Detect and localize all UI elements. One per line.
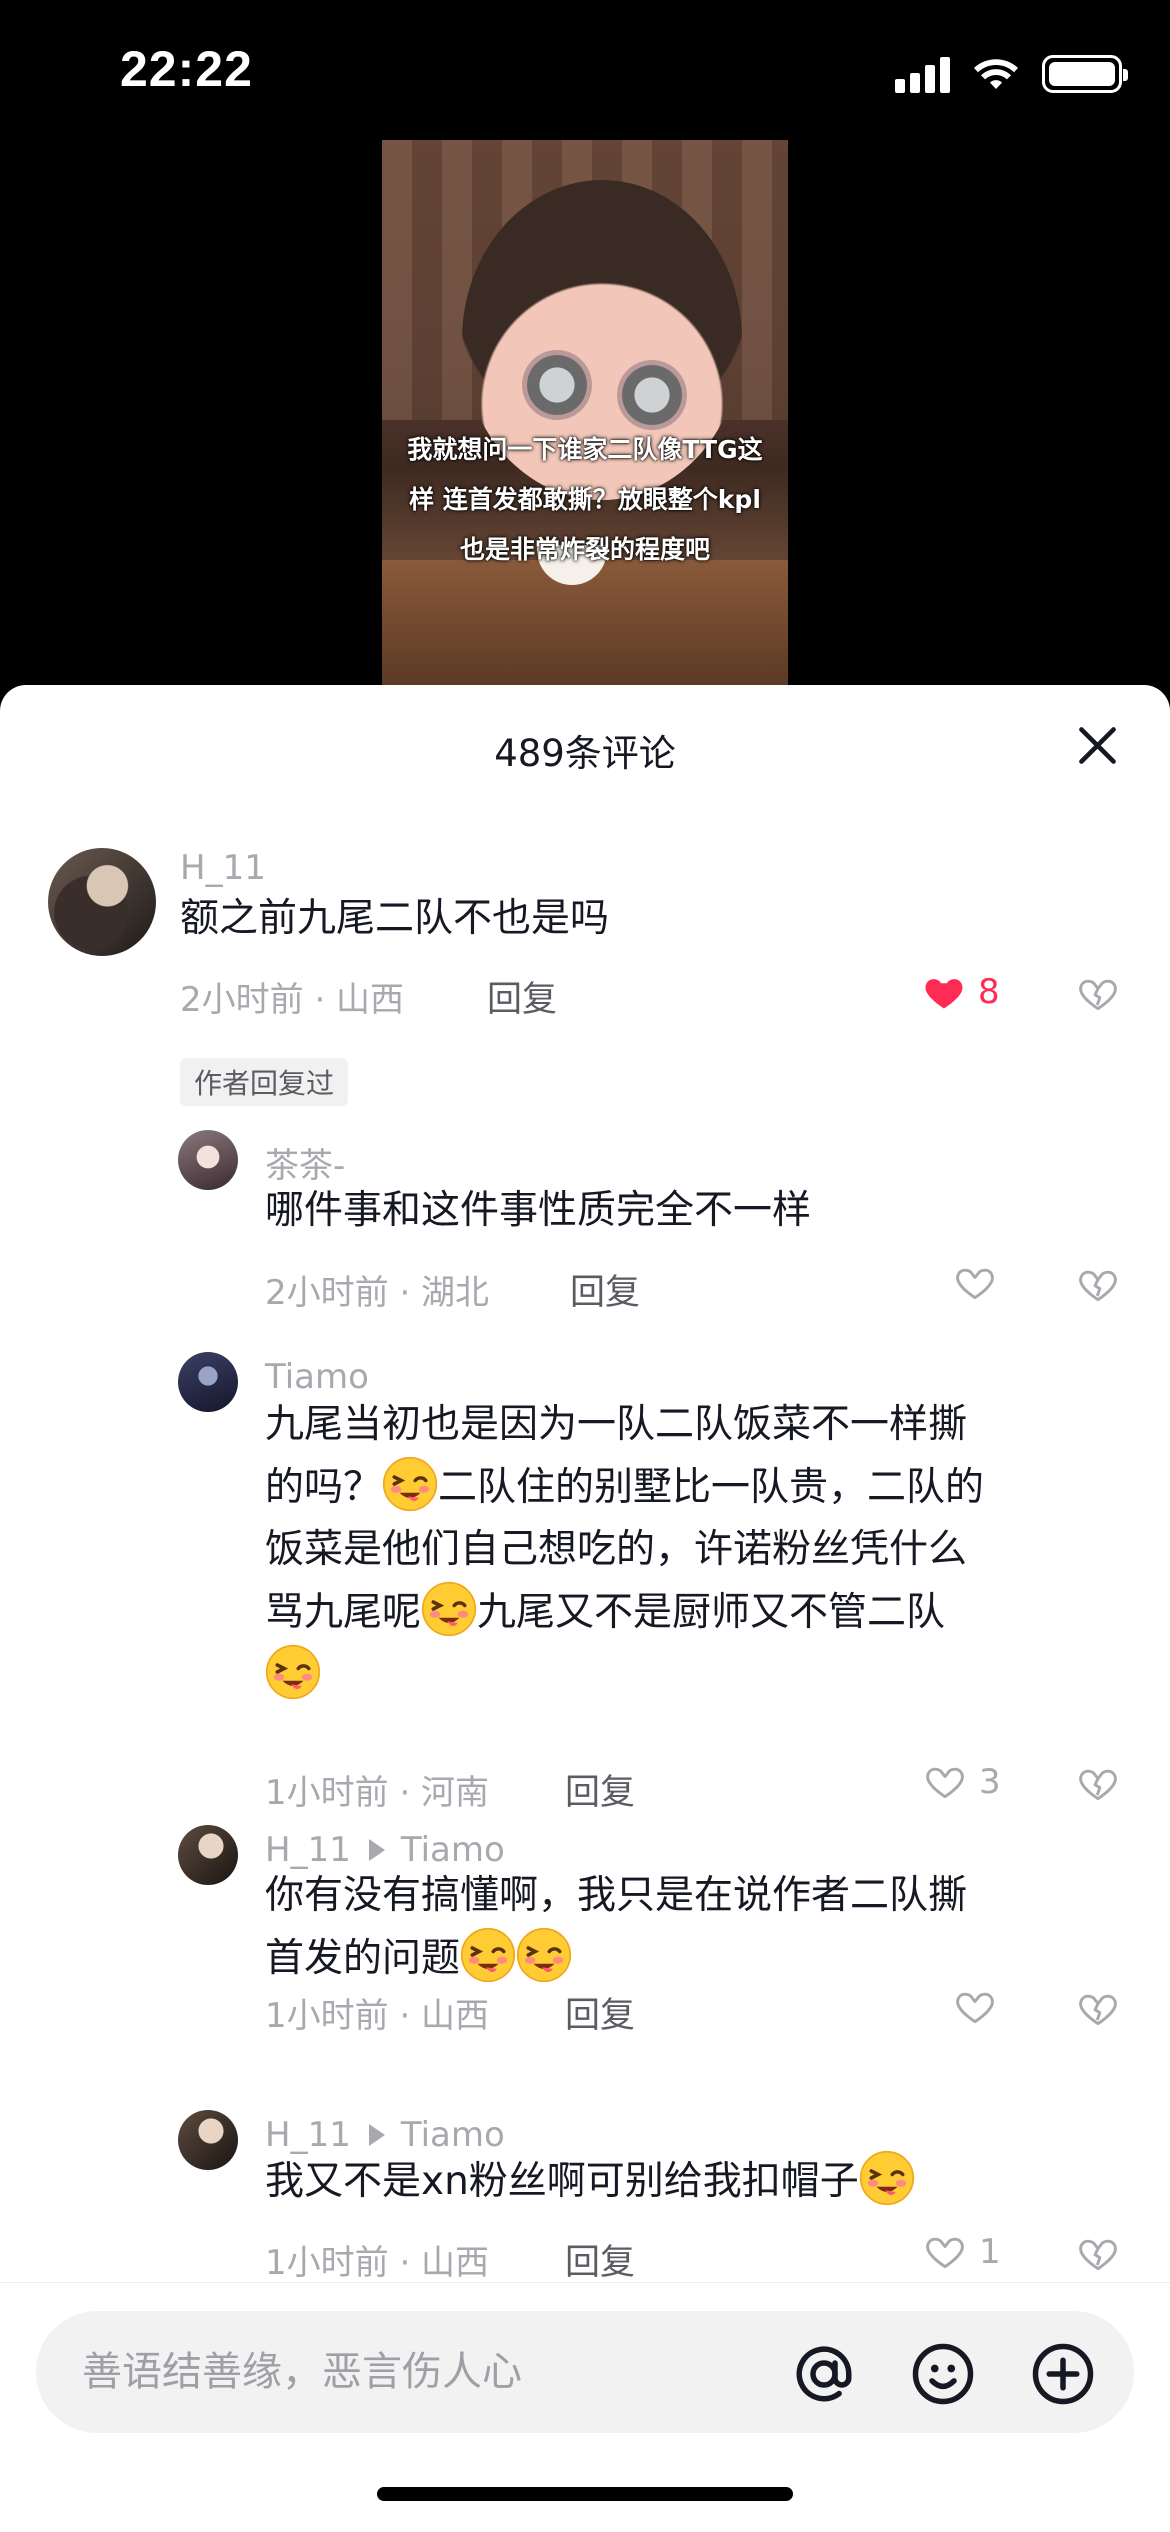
wink-emoji-icon <box>382 1456 438 1512</box>
broken-heart-icon[interactable] <box>1076 1762 1120 1806</box>
smiley-icon[interactable] <box>910 2341 976 2407</box>
video-preview[interactable]: 我就想问一下谁家二队像TTG这 样 连首发都敢撕？放眼整个kpl 也是非常炸裂的… <box>382 140 788 685</box>
comment-text: 哪件事和这件事性质完全不一样 <box>265 1188 812 1233</box>
reply-button[interactable]: 回复 <box>565 1987 635 2038</box>
comment-meta: 1小时前 · 河南 <box>265 1773 490 1813</box>
like-count: 8 <box>978 972 1000 1012</box>
status-time: 22:22 <box>120 41 253 97</box>
comments-sheet: 489条评论 H_11 额之前九尾二队不也是吗 2小时前 · 山西 回复 8 作… <box>0 685 1170 2532</box>
at-icon[interactable] <box>791 2341 857 2407</box>
battery-icon <box>1042 55 1128 93</box>
broken-heart-icon[interactable] <box>1076 2232 1120 2276</box>
comment-meta: 2小时前 · 山西 <box>180 980 405 1020</box>
cellular-signal-icon <box>895 55 950 93</box>
comment-meta: 1小时前 · 山西 <box>265 2243 490 2283</box>
wink-emoji-icon <box>265 1644 321 1700</box>
heart-icon <box>923 1760 967 1804</box>
status-icons <box>895 55 1128 93</box>
comment-meta: 1小时前 · 山西 <box>265 1996 490 2036</box>
comments-count-title: 489条评论 <box>494 732 676 775</box>
reply-to-author[interactable]: Tiamo <box>401 1830 505 1870</box>
reply-button[interactable]: 回复 <box>565 2234 635 2285</box>
close-icon[interactable] <box>1070 718 1125 773</box>
wink-emoji-icon <box>516 1927 572 1983</box>
reply-arrow-icon <box>368 1839 385 1861</box>
broken-heart-icon[interactable] <box>1076 1987 1120 2031</box>
heart-icon[interactable] <box>953 1261 997 1305</box>
comment-author-line: H_11 Tiamo <box>265 2115 505 2155</box>
avatar[interactable] <box>48 848 156 956</box>
comment-meta: 2小时前 · 湖北 <box>265 1273 490 1313</box>
reply-button[interactable]: 回复 <box>565 1764 635 1815</box>
comment-input-container <box>36 2311 1134 2433</box>
hug-emoji-icon <box>859 2150 915 2206</box>
comment-author[interactable]: H_11 <box>265 2115 351 2155</box>
wifi-icon <box>974 59 1018 89</box>
comment-author[interactable]: H_11 <box>180 848 266 888</box>
reply-button[interactable]: 回复 <box>570 1264 640 1315</box>
heart-icon[interactable] <box>953 1985 997 2029</box>
comment-input-bar <box>0 2282 1170 2532</box>
broken-heart-icon[interactable] <box>1076 972 1120 1016</box>
reply-to-author[interactable]: Tiamo <box>401 2115 505 2155</box>
like-button[interactable]: 8 <box>922 970 1000 1014</box>
author-replied-badge: 作者回复过 <box>180 1058 349 1106</box>
avatar[interactable] <box>178 2110 238 2170</box>
wink-emoji-icon <box>460 1927 516 1983</box>
broken-heart-icon[interactable] <box>1076 1263 1120 1307</box>
avatar[interactable] <box>178 1352 238 1412</box>
reply-button[interactable]: 回复 <box>487 971 557 1022</box>
comment-author[interactable]: Tiamo <box>265 1357 369 1397</box>
wink-emoji-icon <box>421 1581 477 1637</box>
comment-text: 额之前九尾二队不也是吗 <box>180 896 610 941</box>
avatar[interactable] <box>178 1825 238 1885</box>
comment-text: 我又不是xn粉丝啊可别给我扣帽子 <box>265 2150 915 2213</box>
reply-arrow-icon <box>368 2124 385 2146</box>
video-caption: 我就想问一下谁家二队像TTG这 样 连首发都敢撕？放眼整个kpl 也是非常炸裂的… <box>407 435 763 564</box>
comment-author[interactable]: H_11 <box>265 1830 351 1870</box>
comment-input[interactable] <box>82 2311 762 2433</box>
comment-text: 九尾当初也是因为一队二队饭菜不一样撕 的吗？ 二队住的别墅比一队贵，二队的 饭菜是… <box>265 1394 984 1707</box>
like-button[interactable]: 1 <box>923 2230 1001 2274</box>
like-button[interactable]: 3 <box>923 1760 1001 1804</box>
comment-author-line: H_11 Tiamo <box>265 1830 505 1870</box>
like-count: 1 <box>979 2232 1001 2272</box>
heart-icon <box>922 970 966 1014</box>
heart-icon <box>923 2230 967 2274</box>
like-count: 3 <box>979 1762 1001 1802</box>
avatar[interactable] <box>178 1130 238 1190</box>
home-indicator[interactable] <box>377 2487 793 2501</box>
comment-text: 你有没有搞懂啊，我只是在说作者二队撕 首发的问题 <box>265 1873 968 1983</box>
plus-circle-icon[interactable] <box>1030 2341 1096 2407</box>
